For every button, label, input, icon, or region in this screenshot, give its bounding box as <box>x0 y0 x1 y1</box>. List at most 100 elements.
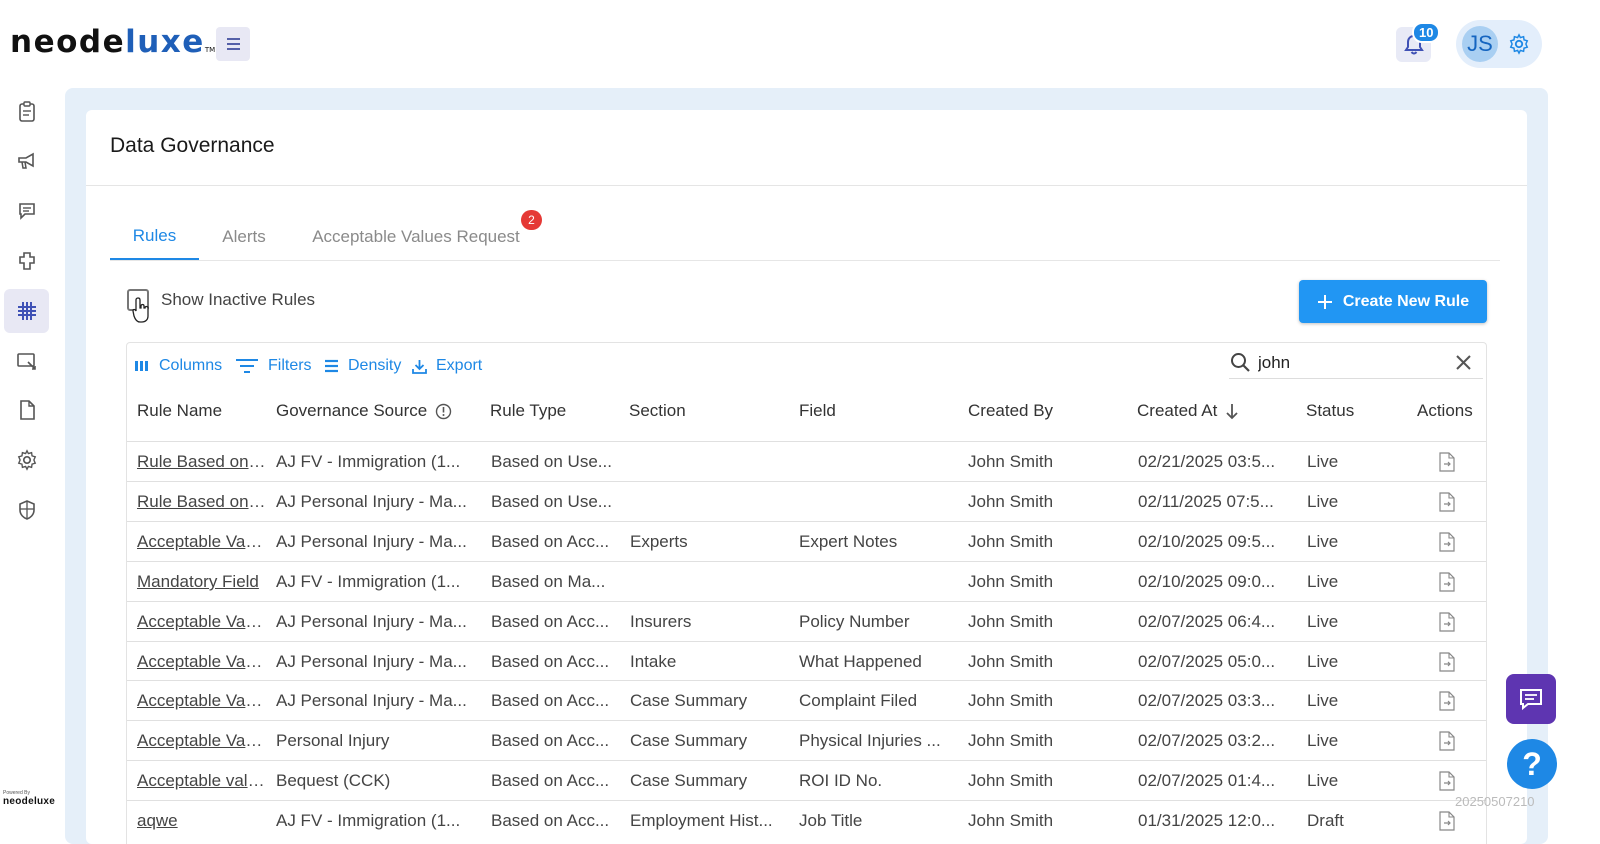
tab-acceptable-values-request[interactable]: Acceptable Values Request <box>298 213 534 260</box>
governance-source-cell: AJ FV - Immigration (1... <box>276 452 461 471</box>
avatar[interactable]: JS <box>1462 26 1498 62</box>
row-action-button[interactable] <box>1438 612 1456 637</box>
chat-icon <box>1520 689 1542 711</box>
field-cell: Job Title <box>799 811 863 830</box>
table-row[interactable]: Acceptable Values AJ Personal Injury - Ma… <box>127 601 1486 641</box>
sidebar-item-announcements[interactable] <box>4 139 49 183</box>
column-header-created-at[interactable]: Created At <box>1137 401 1239 421</box>
file-export-icon <box>1439 652 1455 672</box>
table-row[interactable]: Acceptable Values AJ Personal Injury - Ma… <box>127 641 1486 681</box>
file-export-icon <box>1439 731 1455 751</box>
column-header-rule-type[interactable]: Rule Type <box>490 401 566 421</box>
tab-bar: Rules Alerts Acceptable Values Request <box>110 213 1500 261</box>
tab-alerts[interactable]: Alerts <box>210 213 278 260</box>
row-action-button[interactable] <box>1438 811 1456 836</box>
field-cell: Policy Number <box>799 612 910 631</box>
export-button[interactable]: Export <box>412 355 482 377</box>
table-row[interactable]: Rule Based on User AJ Personal Injury - M… <box>127 481 1486 521</box>
rule-name-link[interactable]: Acceptable Values <box>137 532 266 552</box>
megaphone-icon <box>17 152 34 169</box>
created-at-cell: 02/07/2025 05:0... <box>1138 652 1276 671</box>
sidebar-item-security[interactable] <box>4 488 49 532</box>
rule-type-cell: Based on Ma... <box>491 572 606 591</box>
column-header-rule-name[interactable]: Rule Name <box>137 401 222 421</box>
sidebar-item-settings[interactable] <box>4 438 49 482</box>
create-button-label: Create New Rule <box>1342 292 1470 310</box>
table-row[interactable]: Acceptable Values AJ Personal Injury - Ma… <box>127 680 1486 720</box>
created-by-cell: John Smith <box>968 691 1054 710</box>
sidebar-item-clipboard[interactable] <box>4 90 49 134</box>
tab-rules[interactable]: Rules <box>110 213 199 260</box>
rule-type-cell: Based on Acc... <box>491 811 610 830</box>
rule-name-link[interactable]: Rule Based on User <box>137 492 266 512</box>
file-export-icon <box>1439 572 1455 592</box>
row-action-button[interactable] <box>1438 652 1456 677</box>
powered-by-logo: Powered By neodeluxe <box>3 790 56 807</box>
rule-name-link[interactable]: Acceptable Values <box>137 652 266 672</box>
search-input[interactable] <box>1258 352 1438 374</box>
sidebar-item-documents[interactable] <box>4 388 49 432</box>
menu-toggle-button[interactable] <box>216 27 250 61</box>
column-header-section[interactable]: Section <box>629 401 686 421</box>
show-inactive-toggle[interactable]: Show Inactive Rules <box>127 289 315 311</box>
governance-source-cell: AJ FV - Immigration (1... <box>276 811 461 830</box>
row-action-button[interactable] <box>1438 731 1456 756</box>
sort-down-icon[interactable] <box>1225 403 1239 420</box>
gear-icon[interactable] <box>1508 33 1530 55</box>
column-header-governance-source[interactable]: Governance Source <box>276 401 452 421</box>
rule-name-link[interactable]: Acceptable values <box>137 771 266 791</box>
section-cell: Case Summary <box>630 691 748 710</box>
row-action-button[interactable] <box>1438 691 1456 716</box>
tab-count-badge: 2 <box>521 210 542 230</box>
sidebar-item-integrations[interactable] <box>4 239 49 283</box>
brand-logo[interactable]: neodeluxeTM <box>10 24 215 60</box>
row-action-button[interactable] <box>1438 452 1456 477</box>
rule-name-link[interactable]: Acceptable Values <box>137 612 266 632</box>
created-by-cell: John Smith <box>968 811 1054 830</box>
created-by-cell: John Smith <box>968 652 1054 671</box>
table-row[interactable]: Acceptable values Bequest (CCK) Based on A… <box>127 760 1486 800</box>
created-by-cell: John Smith <box>968 612 1054 631</box>
file-export-icon <box>1439 771 1455 791</box>
filters-button[interactable]: Filters <box>235 355 312 377</box>
sidebar-item-data-governance[interactable] <box>4 289 49 333</box>
create-new-rule-button[interactable]: Create New Rule <box>1299 280 1487 323</box>
section-cell: Case Summary <box>630 731 748 750</box>
created-at-cell: 02/07/2025 03:2... <box>1138 731 1276 750</box>
columns-icon <box>135 361 148 371</box>
created-by-cell: John Smith <box>968 492 1054 511</box>
field-cell: ROI ID No. <box>799 771 883 790</box>
row-action-button[interactable] <box>1438 532 1456 557</box>
shield-icon <box>18 500 35 520</box>
rule-type-cell: Based on Acc... <box>491 731 610 750</box>
density-button[interactable]: Density <box>324 355 401 377</box>
close-icon[interactable] <box>1455 354 1472 371</box>
sidebar-item-screen[interactable] <box>4 339 49 383</box>
rule-name-link[interactable]: Mandatory Field <box>137 572 266 592</box>
rule-name-link[interactable]: aqwe <box>137 811 266 831</box>
table-row[interactable]: Acceptable Values Personal Injury Based on… <box>127 720 1486 760</box>
table-row[interactable]: Rule Based on User AJ FV - Immigration (1… <box>127 441 1486 481</box>
row-action-button[interactable] <box>1438 771 1456 796</box>
governance-source-cell: AJ Personal Injury - Ma... <box>276 612 467 631</box>
table-row[interactable]: aqwe AJ FV - Immigration (1... Based on Ac… <box>127 800 1486 840</box>
column-header-field[interactable]: Field <box>799 401 836 421</box>
column-header-actions: Actions <box>1417 401 1473 420</box>
chat-button[interactable] <box>1506 674 1556 724</box>
table-row[interactable]: Mandatory Field AJ FV - Immigration (1...… <box>127 561 1486 601</box>
table-row[interactable]: Acceptable Values AJ Personal Injury - Ma… <box>127 521 1486 561</box>
created-at-cell: 02/11/2025 07:5... <box>1138 492 1274 511</box>
info-icon[interactable] <box>435 403 452 420</box>
row-action-button[interactable] <box>1438 572 1456 597</box>
row-action-button[interactable] <box>1438 492 1456 517</box>
sidebar-item-messages[interactable] <box>4 189 49 233</box>
plugin-icon <box>18 252 35 270</box>
rule-name-link[interactable]: Acceptable Values <box>137 731 266 751</box>
rule-name-link[interactable]: Rule Based on User <box>137 452 266 472</box>
rule-name-link[interactable]: Acceptable Values <box>137 691 266 711</box>
column-header-created-by[interactable]: Created By <box>968 401 1053 421</box>
column-header-status[interactable]: Status <box>1306 401 1354 421</box>
created-at-cell: 02/21/2025 03:5... <box>1138 452 1276 471</box>
columns-button[interactable]: Columns <box>134 355 222 377</box>
help-button[interactable]: ? <box>1507 739 1557 789</box>
